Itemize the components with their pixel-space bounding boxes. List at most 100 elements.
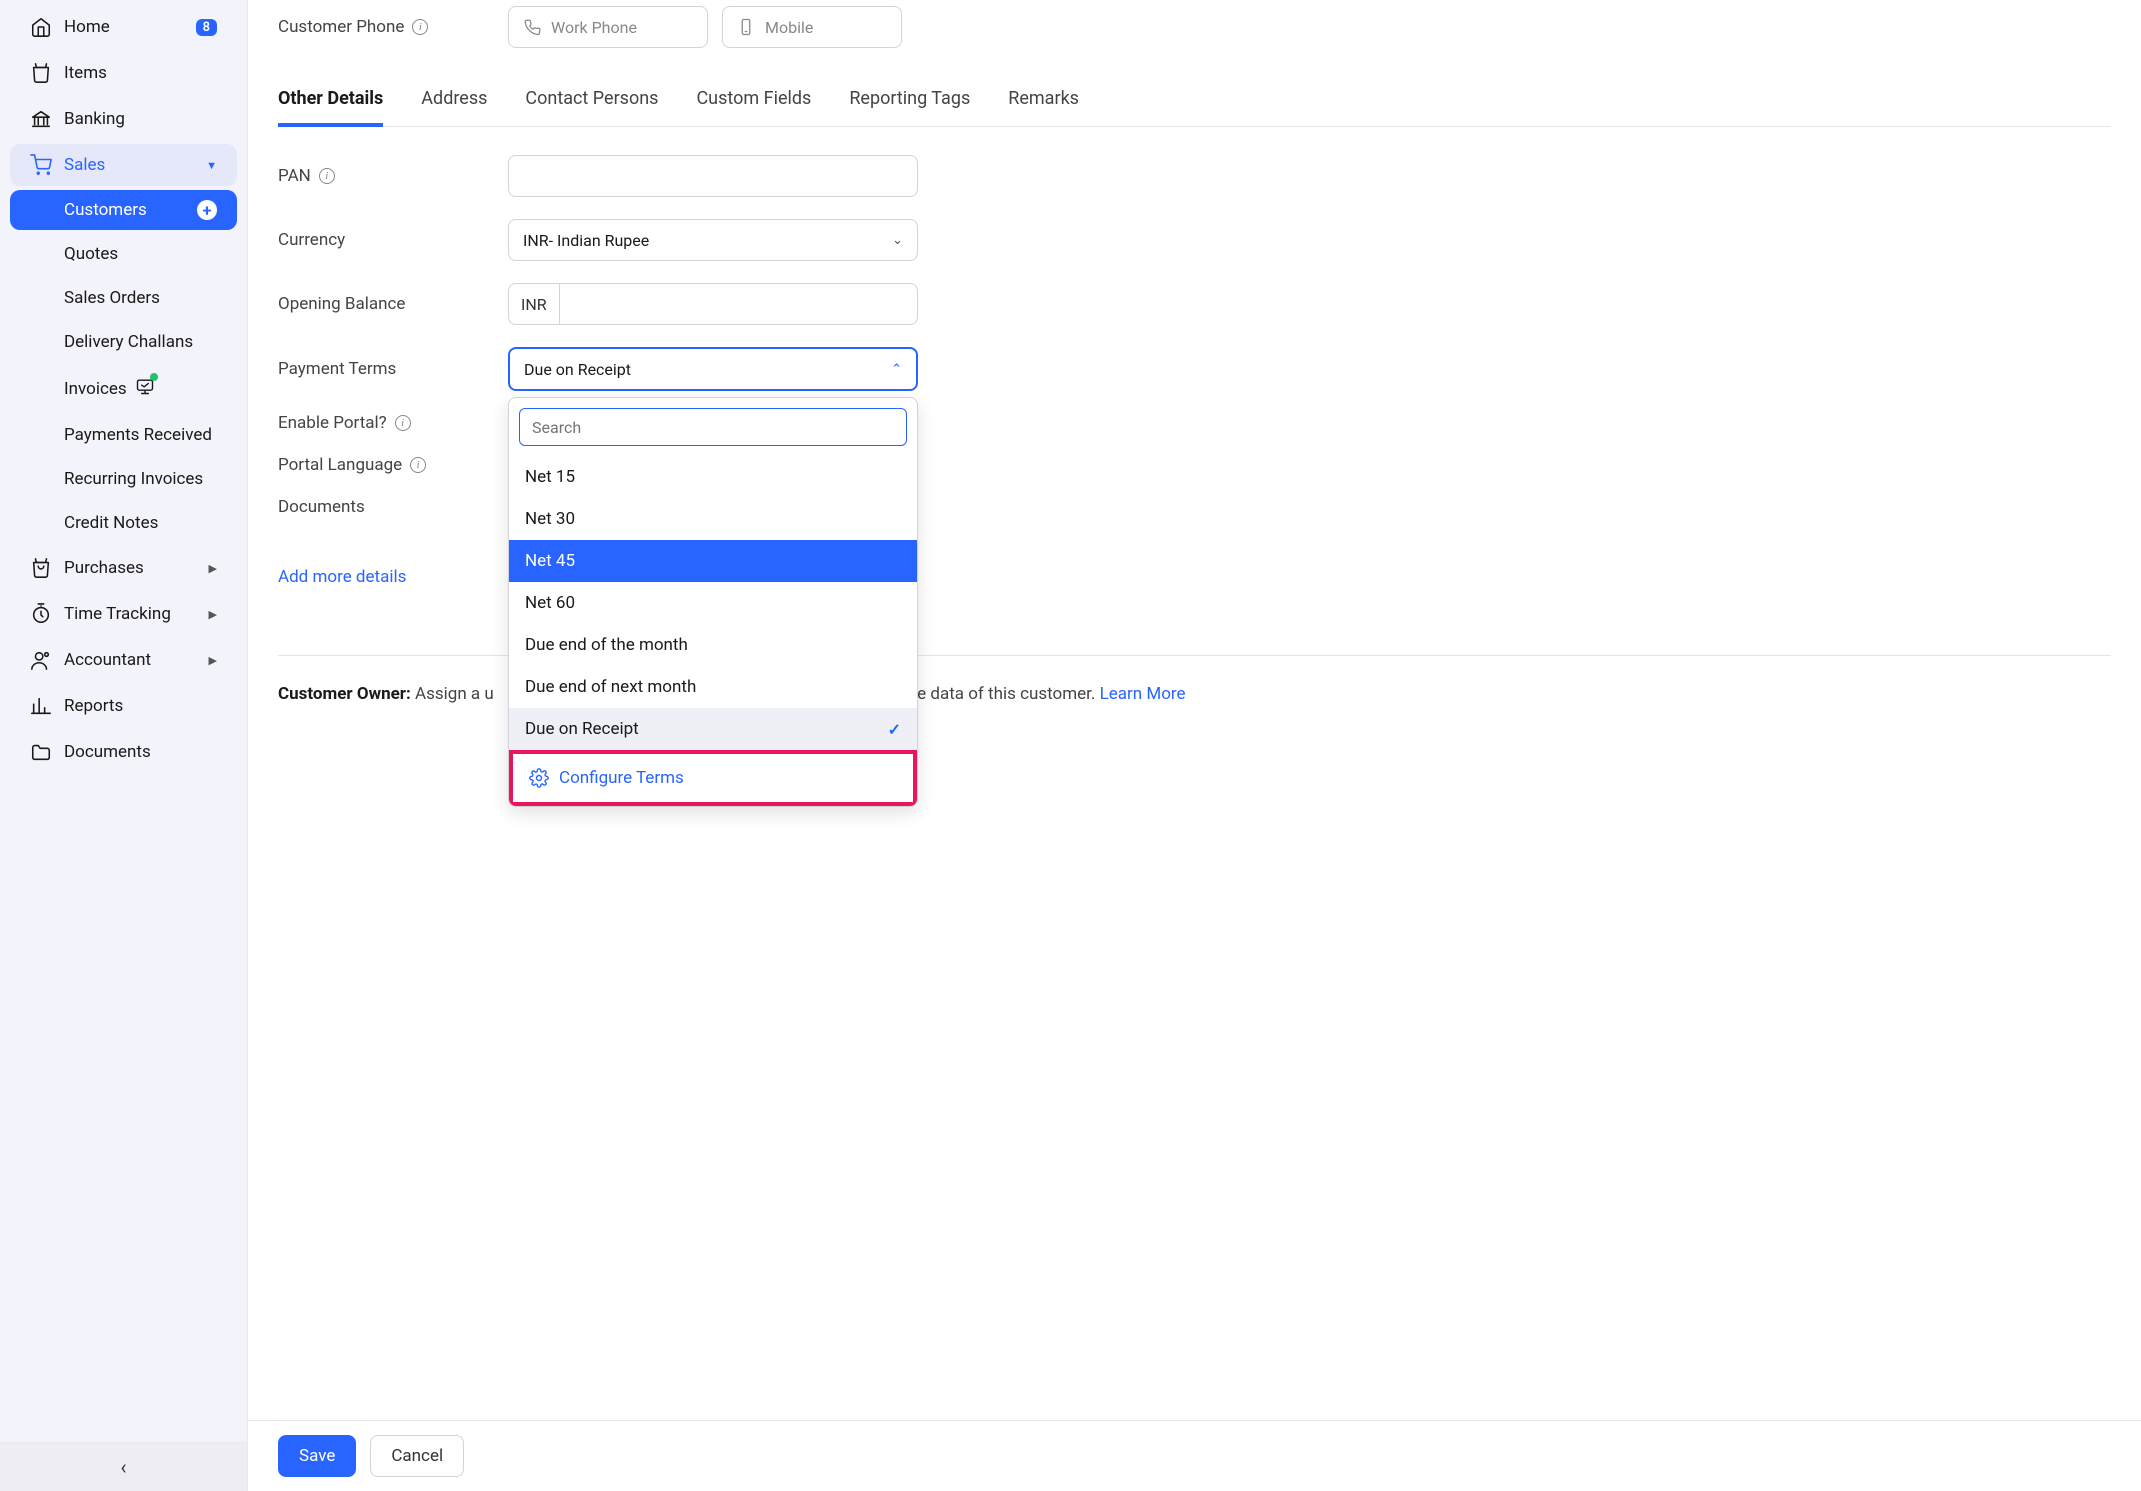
option-net45[interactable]: Net 45 xyxy=(509,540,917,582)
nav-purchases-label: Purchases xyxy=(64,558,144,578)
label-pan-text: PAN xyxy=(278,166,311,186)
nav-payments-received[interactable]: Payments Received xyxy=(10,415,237,455)
label-opening-balance-text: Opening Balance xyxy=(278,294,405,314)
chevron-right-icon: ▶ xyxy=(209,562,217,575)
nav-reports[interactable]: Reports xyxy=(10,685,237,727)
home-icon xyxy=(30,16,52,38)
nav-documents[interactable]: Documents xyxy=(10,731,237,773)
pan-input[interactable] xyxy=(508,155,918,197)
folder-icon xyxy=(30,741,52,763)
label-opening-balance: Opening Balance xyxy=(278,294,488,314)
option-due-on-receipt[interactable]: Due on Receipt ✓ xyxy=(509,708,917,750)
option-net15[interactable]: Net 15 xyxy=(509,456,917,498)
row-customer-phone: Customer Phone i Work Phone Mobile xyxy=(278,6,2111,48)
label-enable-portal-text: Enable Portal? xyxy=(278,413,387,433)
nav-reports-label: Reports xyxy=(64,696,123,716)
info-icon[interactable]: i xyxy=(395,415,411,431)
option-due-end-month[interactable]: Due end of the month xyxy=(509,624,917,666)
balance-currency-prefix: INR xyxy=(508,283,559,325)
user-icon xyxy=(30,649,52,671)
work-phone-placeholder: Work Phone xyxy=(551,18,637,37)
tab-custom-fields[interactable]: Custom Fields xyxy=(696,88,811,126)
nav-customers[interactable]: Customers + xyxy=(10,190,237,230)
add-customer-icon[interactable]: + xyxy=(197,200,217,220)
row-pan: PAN i xyxy=(278,155,2111,197)
nav-items[interactable]: Items xyxy=(10,52,237,94)
bank-icon xyxy=(30,108,52,130)
currency-select[interactable]: INR- Indian Rupee ⌄ xyxy=(508,219,918,261)
tab-reporting-tags[interactable]: Reporting Tags xyxy=(849,88,970,126)
label-currency: Currency xyxy=(278,230,488,250)
add-more-details-link[interactable]: Add more details xyxy=(278,567,406,587)
nav-time-tracking-label: Time Tracking xyxy=(64,604,171,624)
opening-balance-input[interactable] xyxy=(559,283,918,325)
mobile-icon xyxy=(737,18,755,36)
nav-purchases[interactable]: Purchases ▶ xyxy=(10,547,237,589)
mobile-placeholder: Mobile xyxy=(765,18,813,37)
tab-remarks[interactable]: Remarks xyxy=(1008,88,1079,126)
monitor-icon xyxy=(135,376,155,401)
nav-invoices-label: Invoices xyxy=(64,379,127,399)
label-customer-phone: Customer Phone i xyxy=(278,17,488,37)
nav-recurring-invoices[interactable]: Recurring Invoices xyxy=(10,459,237,499)
configure-terms-link[interactable]: Configure Terms xyxy=(509,750,917,806)
cart-icon xyxy=(30,154,52,176)
payment-terms-value: Due on Receipt xyxy=(524,360,631,379)
learn-more-link[interactable]: Learn More xyxy=(1100,684,1186,704)
row-opening-balance: Opening Balance INR xyxy=(278,283,2111,325)
nav-sales-label: Sales xyxy=(64,155,105,175)
option-due-end-next-month[interactable]: Due end of next month xyxy=(509,666,917,708)
nav-payments-received-label: Payments Received xyxy=(64,425,212,445)
nav-items-label: Items xyxy=(64,63,107,83)
nav-time-tracking[interactable]: Time Tracking ▶ xyxy=(10,593,237,635)
work-phone-input[interactable]: Work Phone xyxy=(508,6,708,48)
tab-address[interactable]: Address xyxy=(421,88,487,126)
option-net60[interactable]: Net 60 xyxy=(509,582,917,624)
chevron-right-icon: ▶ xyxy=(209,654,217,667)
nav-delivery-challans[interactable]: Delivery Challans xyxy=(10,322,237,362)
chevron-left-icon: ‹ xyxy=(120,1455,126,1479)
sidebar: Home 8 Items Banking Sales ▼ Customers +… xyxy=(0,0,248,1491)
check-icon: ✓ xyxy=(888,720,901,739)
tab-other-details[interactable]: Other Details xyxy=(278,88,383,127)
info-icon[interactable]: i xyxy=(410,457,426,473)
nav-delivery-challans-label: Delivery Challans xyxy=(64,332,193,352)
payment-terms-select[interactable]: Due on Receipt ⌃ xyxy=(508,347,918,391)
info-icon[interactable]: i xyxy=(319,168,335,184)
mobile-input[interactable]: Mobile xyxy=(722,6,902,48)
save-button[interactable]: Save xyxy=(278,1435,356,1477)
currency-value: INR- Indian Rupee xyxy=(523,231,649,250)
nav-accountant[interactable]: Accountant ▶ xyxy=(10,639,237,681)
nav-sales-orders-label: Sales Orders xyxy=(64,288,160,308)
payment-terms-dropdown: Net 15 Net 30 Net 45 Net 60 Due end of t… xyxy=(508,397,918,807)
nav-home[interactable]: Home 8 xyxy=(10,6,237,48)
tab-contact-persons[interactable]: Contact Persons xyxy=(525,88,658,126)
gear-icon xyxy=(529,768,549,788)
dropdown-search-wrap xyxy=(519,408,907,446)
tabs: Other Details Address Contact Persons Cu… xyxy=(278,88,2111,127)
nav-banking[interactable]: Banking xyxy=(10,98,237,140)
nav-credit-notes[interactable]: Credit Notes xyxy=(10,503,237,543)
label-customer-phone-text: Customer Phone xyxy=(278,17,404,37)
chevron-down-icon: ▼ xyxy=(206,159,217,172)
nav-sales-orders[interactable]: Sales Orders xyxy=(10,278,237,318)
nav-quotes[interactable]: Quotes xyxy=(10,234,237,274)
shopping-bag-icon xyxy=(30,557,52,579)
option-due-on-receipt-label: Due on Receipt xyxy=(525,719,639,739)
sidebar-collapse[interactable]: ‹ xyxy=(0,1442,247,1491)
cancel-button[interactable]: Cancel xyxy=(370,1435,464,1477)
owner-text-after: the data of this customer. xyxy=(902,684,1099,704)
nav-sales[interactable]: Sales ▼ xyxy=(10,144,237,186)
dropdown-search-input[interactable] xyxy=(519,408,907,446)
nav-invoices[interactable]: Invoices xyxy=(10,366,237,411)
nav-quotes-label: Quotes xyxy=(64,244,118,264)
option-net30[interactable]: Net 30 xyxy=(509,498,917,540)
bar-chart-icon xyxy=(30,695,52,717)
clock-icon xyxy=(30,603,52,625)
nav-documents-label: Documents xyxy=(64,742,151,762)
nav-credit-notes-label: Credit Notes xyxy=(64,513,158,533)
label-payment-terms-text: Payment Terms xyxy=(278,359,396,379)
nav-customers-label: Customers xyxy=(64,200,147,220)
info-icon[interactable]: i xyxy=(412,19,428,35)
owner-prefix: Customer Owner: xyxy=(278,684,411,704)
